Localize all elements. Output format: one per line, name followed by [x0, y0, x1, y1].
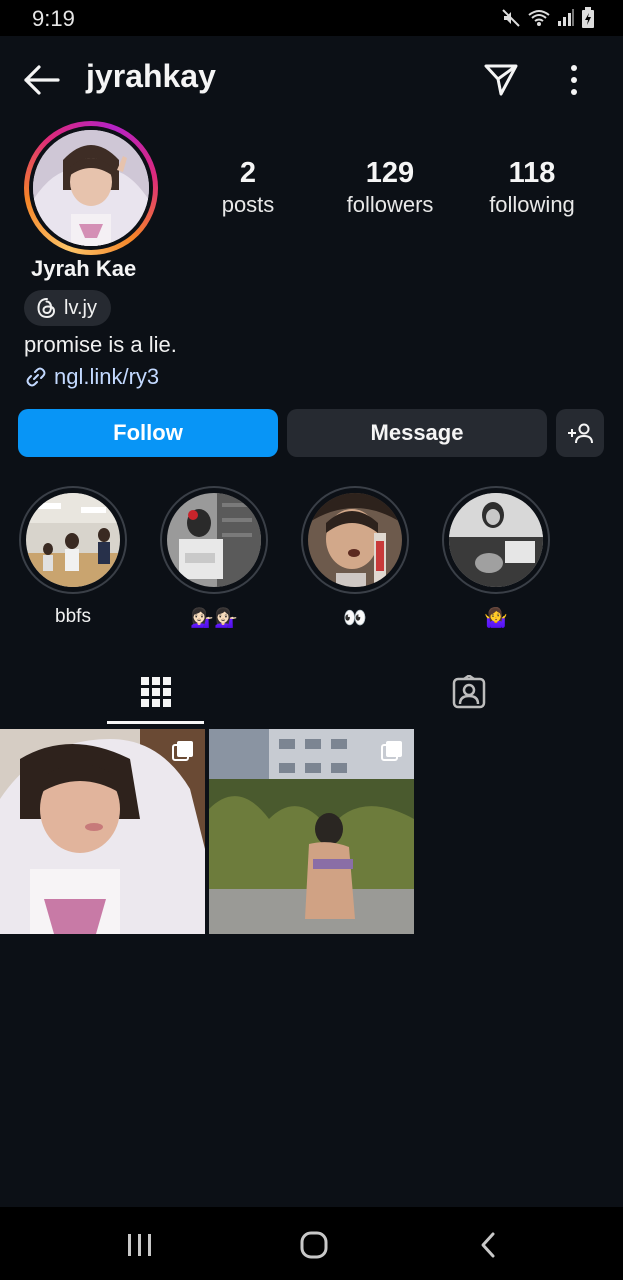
status-icons — [501, 7, 595, 29]
active-tab-indicator — [107, 721, 204, 724]
back-button[interactable] — [22, 62, 62, 98]
following-label: following — [489, 192, 575, 217]
home-button[interactable] — [284, 1225, 344, 1265]
share-profile-button[interactable] — [482, 60, 520, 98]
instagram-profile-screen: 9:19 jyrahkay 2 posts 129 followers 118 … — [0, 0, 623, 1280]
post-thumbnail[interactable] — [0, 729, 205, 934]
highlight-cover — [26, 493, 120, 587]
highlight-label: bbfs — [55, 606, 91, 627]
highlight-item[interactable]: bbfs — [17, 486, 129, 630]
highlight-ring — [301, 486, 409, 594]
highlight-ring — [19, 486, 127, 594]
followers-label: followers — [346, 192, 434, 217]
highlight-cover — [449, 493, 543, 587]
highlight-label: 💁🏻‍♀️💁🏻‍♀️ — [190, 608, 238, 629]
status-time: 9:19 — [32, 6, 75, 31]
avatar-story-ring[interactable] — [24, 121, 158, 255]
more-options-button[interactable] — [562, 62, 586, 98]
wifi-icon — [528, 10, 550, 26]
threads-handle: lv.jy — [64, 296, 97, 319]
bio-text: promise is a lie. — [24, 332, 177, 357]
highlight-item[interactable]: 👀 — [299, 486, 411, 630]
following-number: 118 — [508, 157, 556, 189]
display-name: Jyrah Kae — [31, 256, 137, 281]
recent-apps-button[interactable] — [110, 1225, 170, 1265]
tagged-icon — [452, 675, 485, 709]
highlight-cover — [308, 493, 402, 587]
chevron-left-icon — [481, 1232, 495, 1258]
highlight-ring — [160, 486, 268, 594]
system-navigation-bar — [0, 1207, 623, 1280]
highlight-ring — [442, 486, 550, 594]
system-back-button[interactable] — [458, 1225, 518, 1265]
battery-icon — [582, 7, 594, 28]
suggested-accounts-button[interactable] — [556, 409, 604, 457]
grid-icon — [140, 677, 171, 707]
followers-number: 129 — [365, 157, 415, 189]
highlight-label: 🤷‍♀️ — [484, 608, 508, 629]
avatar — [33, 130, 149, 246]
follow-button[interactable]: Follow — [18, 409, 278, 457]
signal-icon — [558, 9, 574, 26]
post-thumbnail[interactable] — [209, 729, 414, 934]
mute-icon — [502, 9, 520, 27]
bio-link-text: ngl.link/ry3 — [54, 364, 160, 389]
message-button[interactable]: Message — [287, 409, 547, 457]
home-icon — [300, 1231, 328, 1259]
highlight-label: 👀 — [343, 608, 367, 629]
tab-posts-grid[interactable] — [107, 660, 204, 724]
following-count[interactable]: 118 following — [467, 156, 597, 220]
back-arrow-icon — [24, 65, 60, 95]
add-user-icon — [568, 423, 593, 444]
threads-badge[interactable]: lv.jy — [24, 290, 111, 326]
highlight-cover — [167, 493, 261, 587]
posts-number: 2 — [239, 157, 257, 189]
threads-icon — [37, 298, 56, 319]
more-icon — [571, 65, 577, 95]
recents-icon — [128, 1234, 151, 1256]
bio-link[interactable]: ngl.link/ry3 — [24, 364, 159, 390]
multiple-photos-icon — [172, 741, 193, 761]
link-icon — [26, 367, 46, 387]
profile-username: jyrahkay — [86, 58, 216, 94]
tab-tagged[interactable] — [420, 660, 517, 724]
profile-header: jyrahkay — [0, 36, 623, 124]
send-icon — [484, 64, 518, 96]
multiple-photos-icon — [381, 741, 402, 761]
status-bar: 9:19 — [0, 0, 623, 36]
posts-label: posts — [221, 192, 275, 217]
followers-count[interactable]: 129 followers — [325, 156, 455, 220]
highlight-item[interactable]: 🤷‍♀️ — [440, 486, 552, 630]
posts-count: 2 posts — [183, 156, 313, 220]
highlight-item[interactable]: 💁🏻‍♀️💁🏻‍♀️ — [158, 486, 270, 630]
